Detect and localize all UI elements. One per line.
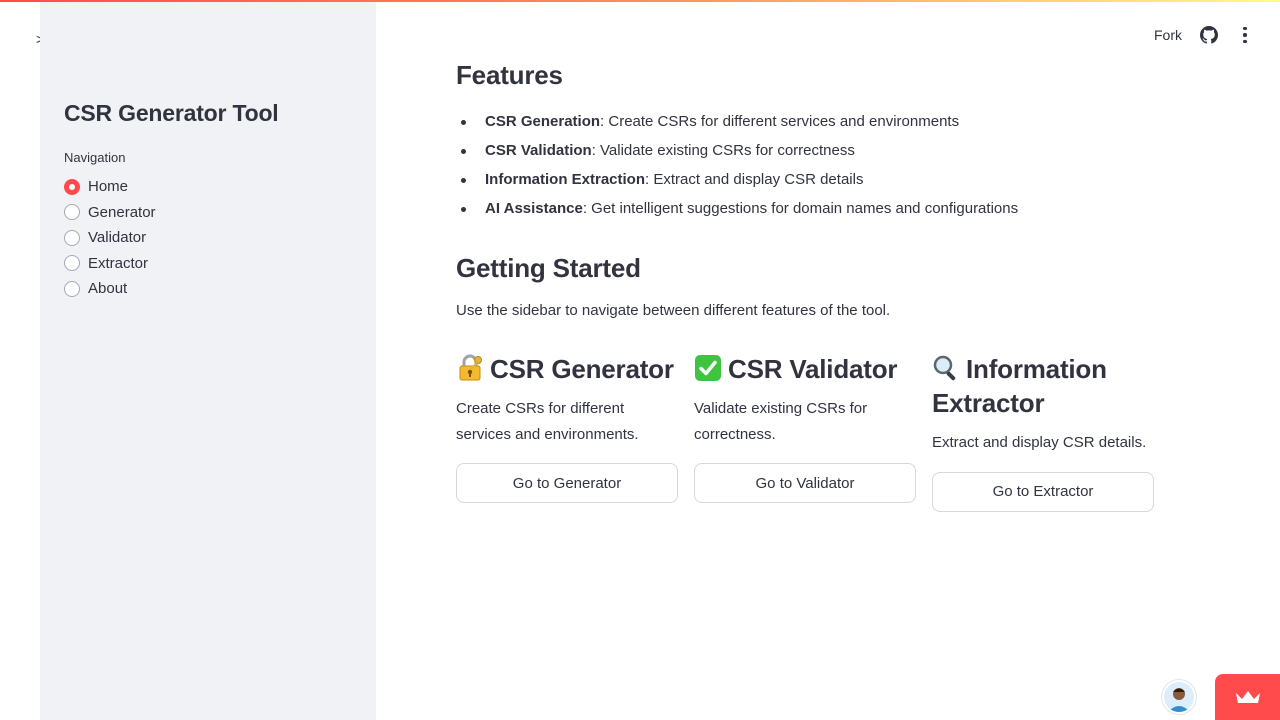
user-avatar-icon — [1168, 688, 1190, 712]
magnifying-glass-icon — [933, 355, 956, 381]
radio-unselected-icon — [64, 280, 80, 297]
github-icon[interactable] — [1200, 26, 1218, 44]
go-to-extractor-button[interactable]: Go to Extractor — [932, 471, 1154, 512]
app-title: CSR Generator Tool — [64, 100, 279, 126]
lock-with-key-icon — [459, 354, 482, 381]
card-desc: Validate existing CSRs for correctness. — [694, 400, 868, 443]
streamlit-badge[interactable] — [1215, 674, 1280, 720]
nav-radio-home[interactable]: Home — [64, 174, 156, 200]
feature-name: CSR Validation — [485, 142, 592, 159]
radio-unselected-icon — [64, 229, 80, 246]
nav-radio-label: Extractor — [88, 254, 149, 272]
getting-started-heading: Getting Started — [456, 253, 641, 283]
go-to-validator-button[interactable]: Go to Validator — [694, 463, 916, 503]
feature-desc: : Get intelligent suggestions for domain… — [582, 200, 1019, 217]
go-to-generator-button[interactable]: Go to Generator — [456, 463, 678, 503]
card-title-text: CSR Generator — [490, 354, 674, 384]
features-heading: Features — [456, 60, 563, 90]
card-title-text: CSR Validator — [728, 354, 898, 384]
card-title: Information Extractor — [932, 352, 1154, 420]
header-actions: Fork — [1154, 26, 1254, 44]
avatar[interactable] — [1162, 680, 1196, 714]
nav-radio-label: Validator — [88, 229, 147, 247]
radio-unselected-icon — [64, 204, 80, 221]
card-desc: Extract and display CSR details. — [932, 434, 1147, 451]
list-item: CSR Generation: Create CSRs for differen… — [456, 111, 1018, 140]
radio-unselected-icon — [64, 255, 80, 272]
radio-selected-icon — [64, 178, 80, 195]
nav-radio-generator[interactable]: Generator — [64, 200, 156, 226]
intro-text: Use the sidebar to navigate between diff… — [456, 302, 891, 319]
features-list: CSR Generation: Create CSRs for differen… — [456, 111, 1018, 227]
feature-name: AI Assistance — [485, 200, 583, 217]
nav-radio-about[interactable]: About — [64, 276, 156, 302]
feature-desc: : Create CSRs for different services and… — [600, 113, 960, 130]
card-title: CSR Generator — [456, 352, 678, 386]
list-item: AI Assistance: Get intelligent suggestio… — [456, 198, 1018, 227]
top-decoration-bar — [0, 0, 1280, 2]
validator-card: CSR Validator Validate existing CSRs for… — [694, 352, 916, 503]
nav-radio-extractor[interactable]: Extractor — [64, 251, 156, 277]
more-vertical-icon[interactable] — [1236, 26, 1254, 44]
nav-radio-validator[interactable]: Validator — [64, 225, 156, 251]
extractor-card: Information Extractor Extract and displa… — [932, 352, 1154, 512]
feature-desc: : Validate existing CSRs for correctness — [591, 142, 855, 159]
list-item: Information Extraction: Extract and disp… — [456, 169, 1018, 198]
nav-radio-label: Generator — [88, 203, 156, 221]
sidebar: CSR Generator Tool Navigation Home Gener… — [40, 0, 376, 720]
navigation-label: Navigation — [64, 150, 126, 165]
list-item: CSR Validation: Validate existing CSRs f… — [456, 140, 1018, 169]
crown-icon — [1235, 691, 1260, 703]
feature-name: Information Extraction — [485, 171, 646, 188]
card-desc: Create CSRs for different services and e… — [456, 400, 639, 443]
check-mark-icon — [695, 355, 721, 381]
nav-radio-label: Home — [88, 178, 129, 196]
feature-name: CSR Generation — [485, 113, 601, 130]
fork-link[interactable]: Fork — [1154, 27, 1182, 43]
nav-radio-label: About — [88, 280, 128, 298]
generator-card: CSR Generator Create CSRs for different … — [456, 352, 678, 503]
feature-desc: : Extract and display CSR details — [645, 171, 864, 188]
navigation-radio-group: Home Generator Validator Extractor About — [64, 174, 156, 302]
card-title: CSR Validator — [694, 352, 916, 386]
